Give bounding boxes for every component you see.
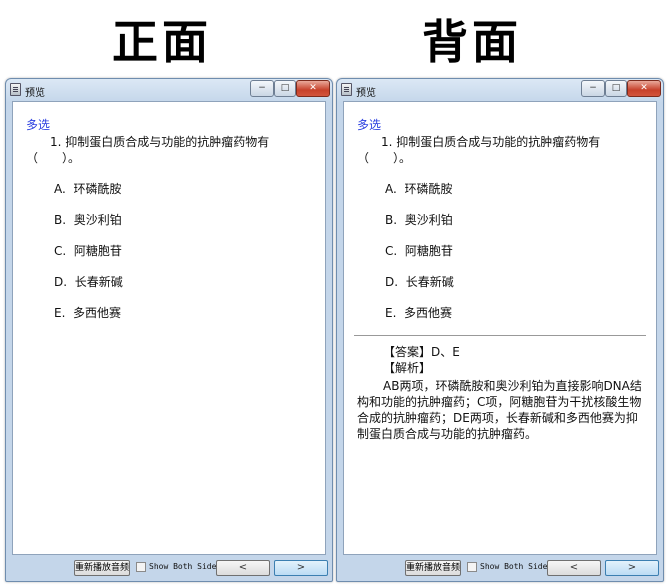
- bottom-toolbar: 重新播放音频 Show Both Sides < >: [343, 557, 659, 579]
- option-letter: C.: [54, 244, 67, 258]
- front-preview-window: 预览 − □ ✕ 多选 1. 抑制蛋白质合成与功能的抗肿瘤药物有（ ）。 A. …: [5, 78, 333, 582]
- option-letter: E.: [385, 306, 397, 320]
- maximize-button[interactable]: □: [605, 80, 627, 97]
- option-text: 阿糖胞苷: [404, 244, 453, 258]
- option-d: D. 长春新碱: [54, 273, 123, 290]
- option-letter: D.: [54, 275, 68, 289]
- option-a: A. 环磷酰胺: [54, 180, 121, 197]
- option-b: B. 奥沙利铂: [385, 211, 453, 228]
- replay-audio-button[interactable]: 重新播放音频: [74, 560, 130, 576]
- show-both-sides-checkbox[interactable]: [467, 562, 477, 572]
- question-type-label: 多选: [26, 118, 51, 132]
- front-heading: 正面: [112, 15, 212, 69]
- question-stem: 1. 抑制蛋白质合成与功能的抗肿瘤药物有（ ）。: [26, 135, 270, 165]
- analysis-title: 【解析】: [383, 361, 432, 375]
- titlebar: 预览 − □ ✕: [6, 79, 332, 101]
- option-letter: A.: [54, 182, 66, 196]
- bottom-toolbar: 重新播放音频 Show Both Sides < >: [12, 557, 328, 579]
- app-icon: [341, 83, 352, 96]
- next-button[interactable]: >: [605, 560, 659, 576]
- option-text: 环磷酰胺: [404, 182, 453, 196]
- option-e: E. 多西他赛: [385, 304, 452, 321]
- titlebar: 预览 − □ ✕: [337, 79, 663, 101]
- card-content: 多选 1. 抑制蛋白质合成与功能的抗肿瘤药物有（ ）。 A. 环磷酰胺 B. 奥…: [12, 101, 326, 555]
- close-button[interactable]: ✕: [627, 80, 661, 97]
- option-letter: B.: [385, 213, 398, 227]
- replay-audio-button[interactable]: 重新播放音频: [405, 560, 461, 576]
- option-letter: A.: [385, 182, 397, 196]
- option-c: C. 阿糖胞苷: [54, 242, 122, 259]
- back-heading: 背面: [422, 15, 522, 69]
- window-title: 预览: [356, 88, 376, 99]
- analysis-body: AB两项，环磷酰胺和奥沙利铂为直接影响DNA结构和功能的抗肿瘤药；C项，阿糖胞苷…: [357, 379, 642, 441]
- maximize-button[interactable]: □: [274, 80, 296, 97]
- window-title: 预览: [25, 88, 45, 99]
- minimize-button[interactable]: −: [581, 80, 605, 97]
- back-preview-window: 预览 − □ ✕ 多选 1. 抑制蛋白质合成与功能的抗肿瘤药物有（ ）。 A. …: [336, 78, 664, 582]
- option-text: 环磷酰胺: [73, 182, 122, 196]
- option-d: D. 长春新碱: [385, 273, 454, 290]
- minimize-button[interactable]: −: [250, 80, 274, 97]
- close-button[interactable]: ✕: [296, 80, 330, 97]
- show-both-sides-label: Show Both Sides: [480, 562, 553, 571]
- question-stem: 1. 抑制蛋白质合成与功能的抗肿瘤药物有（ ）。: [357, 135, 601, 165]
- answer-divider: [354, 335, 646, 336]
- option-text: 多西他赛: [73, 306, 122, 320]
- option-e: E. 多西他赛: [54, 304, 121, 321]
- option-text: 长春新碱: [405, 275, 454, 289]
- show-both-sides-checkbox[interactable]: [136, 562, 146, 572]
- question-type-label: 多选: [357, 118, 382, 132]
- answer-line: 【答案】D、E: [383, 345, 460, 359]
- option-text: 阿糖胞苷: [73, 244, 122, 258]
- option-text: 多西他赛: [404, 306, 453, 320]
- card-content: 多选 1. 抑制蛋白质合成与功能的抗肿瘤药物有（ ）。 A. 环磷酰胺 B. 奥…: [343, 101, 657, 555]
- option-text: 奥沙利铂: [73, 213, 122, 227]
- previous-button[interactable]: <: [216, 560, 270, 576]
- option-b: B. 奥沙利铂: [54, 211, 122, 228]
- option-text: 奥沙利铂: [404, 213, 453, 227]
- option-text: 长春新碱: [74, 275, 123, 289]
- app-icon: [10, 83, 21, 96]
- next-button[interactable]: >: [274, 560, 328, 576]
- show-both-sides-label: Show Both Sides: [149, 562, 222, 571]
- option-letter: E.: [54, 306, 66, 320]
- option-a: A. 环磷酰胺: [385, 180, 452, 197]
- option-letter: C.: [385, 244, 398, 258]
- option-letter: B.: [54, 213, 67, 227]
- previous-button[interactable]: <: [547, 560, 601, 576]
- option-letter: D.: [385, 275, 399, 289]
- option-c: C. 阿糖胞苷: [385, 242, 453, 259]
